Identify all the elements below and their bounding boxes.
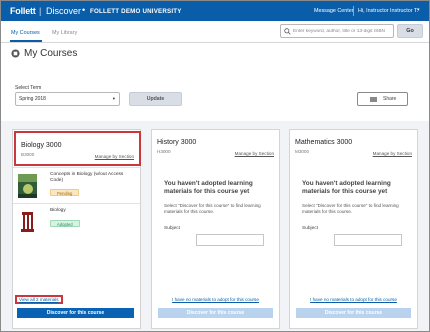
manage-by-section-link[interactable]: Manage by Section: [373, 151, 412, 156]
empty-state-text: Select "Discover for this course" to fin…: [164, 203, 261, 214]
material-title: Concepts in Biology (w/out Access Code): [50, 172, 124, 183]
tab-my-courses[interactable]: My Courses: [11, 30, 40, 36]
course-card-mathematics: Mathematics 3000 M3000 Manage by Section…: [289, 129, 418, 329]
share-label: Share: [383, 96, 397, 102]
chevron-down-icon[interactable]: ▾: [417, 7, 420, 13]
course-code: B3000: [21, 152, 35, 157]
update-button[interactable]: Update: [129, 92, 182, 106]
tab-my-library[interactable]: My Library: [52, 30, 77, 36]
brand-logo[interactable]: Follett: [10, 6, 36, 16]
manage-by-section-link[interactable]: Manage by Section: [95, 154, 134, 159]
active-tab-indicator: [10, 40, 42, 42]
term-select[interactable]: Spring 2018 ▾: [15, 92, 120, 106]
term-label: Select Term: [15, 85, 42, 91]
subject-label: Subject: [302, 226, 318, 231]
chevron-down-icon: ▾: [112, 96, 115, 101]
header-divider: [353, 6, 354, 16]
course-name: Mathematics 3000: [295, 139, 353, 146]
discover-for-course-button[interactable]: Discover for this course: [158, 308, 273, 318]
empty-state-title: You haven't adopted learning materials f…: [302, 180, 391, 195]
search-input[interactable]: [293, 26, 391, 37]
book-cover-icon: [18, 210, 37, 234]
tab-bar: My Courses My Library Go: [1, 21, 429, 43]
discover-for-course-button[interactable]: Discover for this course: [17, 308, 134, 318]
brand-separator: |: [39, 6, 42, 16]
subject-input[interactable]: [334, 234, 402, 246]
no-materials-link[interactable]: I have no materials to adopt for this co…: [290, 297, 417, 302]
share-button[interactable]: Share: [357, 92, 408, 106]
message-center-link[interactable]: Message Center: [314, 8, 354, 14]
empty-state-title: You haven't adopted learning materials f…: [164, 180, 253, 195]
app-window: Follett | Discover • FOLLETT DEMO UNIVER…: [0, 0, 430, 332]
course-name: Biology 3000: [21, 142, 62, 149]
search-icon: [284, 28, 291, 35]
course-name: History 3000: [157, 139, 197, 146]
material-item[interactable]: Biology Adopted: [13, 203, 140, 239]
brand-dot: •: [82, 5, 86, 15]
top-bar: Follett | Discover • FOLLETT DEMO UNIVER…: [1, 1, 429, 21]
status-badge-adopted: Adopted: [50, 220, 80, 227]
envelope-icon: [370, 97, 377, 102]
manage-by-section-link[interactable]: Manage by Section: [235, 151, 274, 156]
material-title: Biology: [50, 208, 66, 213]
material-item[interactable]: Concepts in Biology (w/out Access Code) …: [13, 167, 140, 203]
empty-state-text: Select "Discover for this course" to fin…: [302, 203, 399, 214]
user-menu[interactable]: Hi, Instructor Instructor T.: [358, 8, 418, 14]
subject-input[interactable]: [196, 234, 264, 246]
school-name: FOLLETT DEMO UNIVERSITY: [90, 8, 182, 15]
course-icon: [11, 49, 20, 58]
course-code: H3000: [157, 149, 171, 154]
course-card-biology: Biology 3000 B3000 Manage by Section Con…: [12, 129, 141, 329]
course-code: M3000: [295, 149, 310, 154]
no-materials-link[interactable]: I have no materials to adopt for this co…: [152, 297, 279, 302]
subject-label: Subject: [164, 226, 180, 231]
search-box[interactable]: [280, 24, 394, 38]
status-badge-pending: Pending: [50, 189, 80, 196]
book-cover-icon: [18, 174, 37, 198]
page-title: My Courses: [24, 48, 78, 59]
discover-for-course-button[interactable]: Discover for this course: [296, 308, 411, 318]
go-button[interactable]: Go: [397, 24, 423, 38]
course-card-history: History 3000 H3000 Manage by Section You…: [151, 129, 280, 329]
course-header: History 3000 H3000 Manage by Section: [152, 130, 279, 164]
view-all-materials-link[interactable]: View all 2 materials: [15, 295, 63, 304]
course-header: Mathematics 3000 M3000 Manage by Section: [290, 130, 417, 164]
course-header: Biology 3000 B3000 Manage by Section: [14, 131, 141, 166]
product-name: Discover: [46, 6, 82, 16]
term-selected-value: Spring 2018: [19, 96, 46, 102]
